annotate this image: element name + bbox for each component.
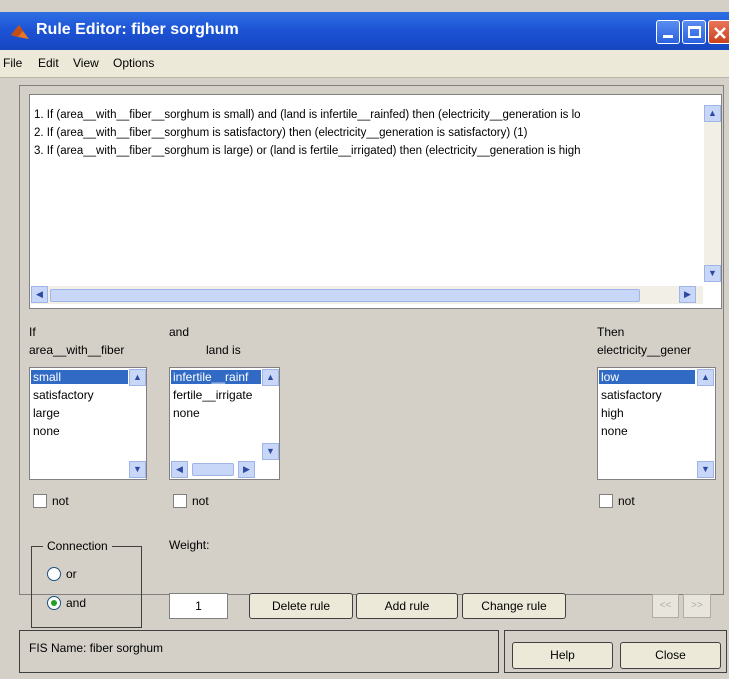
scroll-left-button[interactable]: ◀	[31, 286, 48, 303]
input2-hscroll-thumb[interactable]	[192, 463, 234, 476]
input1-option[interactable]: large	[33, 406, 60, 420]
delete-rule-button[interactable]: Delete rule	[249, 593, 353, 619]
chevron-down-icon: ▼	[266, 446, 275, 456]
input1-option[interactable]: satisfactory	[33, 388, 94, 402]
input2-name: land is	[206, 343, 241, 357]
chevron-down-icon: ▼	[701, 464, 710, 474]
connection-group	[31, 546, 142, 628]
rule-list-vertical-scrollbar[interactable]: ▲ ▼	[704, 105, 721, 282]
weight-label: Weight:	[169, 538, 210, 552]
input2-keyword: and	[169, 325, 190, 339]
add-rule-button[interactable]: Add rule	[356, 593, 458, 619]
output-option[interactable]: none	[601, 424, 628, 438]
connection-label: Connection	[43, 539, 112, 553]
input1-not-checkbox[interactable]	[33, 494, 47, 508]
output-keyword: Then	[597, 325, 625, 339]
chevron-right-icon: ▶	[684, 289, 691, 299]
scroll-up-button[interactable]: ▲	[704, 105, 721, 122]
input2-not-label: not	[192, 494, 209, 508]
input2-option[interactable]: fertile__irrigate	[173, 388, 261, 402]
input1-keyword: If	[29, 325, 36, 339]
scroll-right-button[interactable]: ▶	[679, 286, 696, 303]
input2-scroll-left[interactable]: ◀	[171, 461, 188, 478]
input2-not-checkbox[interactable]	[173, 494, 187, 508]
menu-edit[interactable]: Edit	[38, 56, 59, 70]
output-scroll-down[interactable]: ▼	[697, 461, 714, 478]
maximize-button[interactable]	[682, 20, 706, 44]
chevron-right-icon: ▶	[243, 464, 250, 474]
connection-or-radio[interactable]	[47, 567, 61, 581]
input2-scroll-right[interactable]: ▶	[238, 461, 255, 478]
chevron-left-icon: ◀	[176, 464, 183, 474]
maximize-icon	[688, 26, 701, 38]
input1-scroll-down[interactable]: ▼	[129, 461, 146, 478]
radio-selected-dot	[51, 600, 57, 606]
rule-list[interactable]: 1. If (area__with__fiber__sorghum is sma…	[29, 94, 722, 309]
connection-and-radio[interactable]	[47, 596, 61, 610]
input1-option[interactable]: none	[33, 424, 60, 438]
fis-name-text: FIS Name: fiber sorghum	[29, 641, 164, 655]
input1-listbox[interactable]: small satisfactory large none ▲ ▼	[29, 367, 147, 480]
output-option[interactable]: high	[601, 406, 624, 420]
window-title: Rule Editor: fiber sorghum	[36, 21, 239, 38]
close-window-button[interactable]	[708, 20, 729, 44]
connection-and-label: and	[66, 596, 87, 610]
input2-scroll-down[interactable]: ▼	[262, 443, 279, 460]
rule-item-3[interactable]: 3. If (area__with__fiber__sorghum is lar…	[34, 145, 706, 157]
output-not-checkbox[interactable]	[599, 494, 613, 508]
input2-option[interactable]: infertile__rainf	[171, 370, 261, 384]
menu-options[interactable]: Options	[113, 56, 154, 70]
scroll-down-button[interactable]: ▼	[704, 265, 721, 282]
menu-file[interactable]: File	[3, 56, 22, 70]
chevron-up-icon: ▲	[701, 372, 710, 382]
change-rule-button[interactable]: Change rule	[462, 593, 566, 619]
output-option[interactable]: low	[599, 370, 695, 384]
output-listbox[interactable]: low satisfactory high none ▲ ▼	[597, 367, 716, 480]
minimize-icon	[663, 35, 673, 38]
input1-option[interactable]: small	[31, 370, 128, 384]
menu-bar: File Edit View Options	[0, 50, 729, 78]
matlab-icon	[11, 25, 29, 39]
chevron-up-icon: ▲	[133, 372, 142, 382]
input2-listbox[interactable]: infertile__rainf fertile__irrigate none …	[169, 367, 280, 480]
chevron-up-icon: ▲	[708, 108, 717, 118]
minimize-button[interactable]	[656, 20, 680, 44]
help-button[interactable]: Help	[512, 642, 613, 669]
chevron-down-icon: ▼	[708, 268, 717, 278]
close-icon	[714, 27, 726, 39]
chevron-up-icon: ▲	[266, 372, 275, 382]
weight-input[interactable]: 1	[169, 593, 228, 619]
next-button[interactable]: >>	[683, 594, 711, 618]
horizontal-scroll-thumb[interactable]	[50, 289, 640, 302]
output-option[interactable]: satisfactory	[601, 388, 662, 402]
output-name: electricity__gener	[597, 343, 692, 357]
input1-scroll-up[interactable]: ▲	[129, 369, 146, 386]
input1-not-label: not	[52, 494, 69, 508]
previous-button[interactable]: <<	[652, 594, 679, 618]
chevron-down-icon: ▼	[133, 464, 142, 474]
output-scroll-up[interactable]: ▲	[697, 369, 714, 386]
connection-or-label: or	[66, 567, 77, 581]
rule-item-2[interactable]: 2. If (area__with__fiber__sorghum is sat…	[34, 127, 706, 139]
rule-item-1[interactable]: 1. If (area__with__fiber__sorghum is sma…	[34, 109, 706, 121]
input2-option[interactable]: none	[173, 406, 200, 420]
menu-view[interactable]: View	[73, 56, 99, 70]
input2-scroll-up[interactable]: ▲	[262, 369, 279, 386]
close-button[interactable]: Close	[620, 642, 721, 669]
output-not-label: not	[618, 494, 635, 508]
input1-name: area__with__fiber	[29, 343, 125, 357]
chevron-left-icon: ◀	[36, 289, 43, 299]
